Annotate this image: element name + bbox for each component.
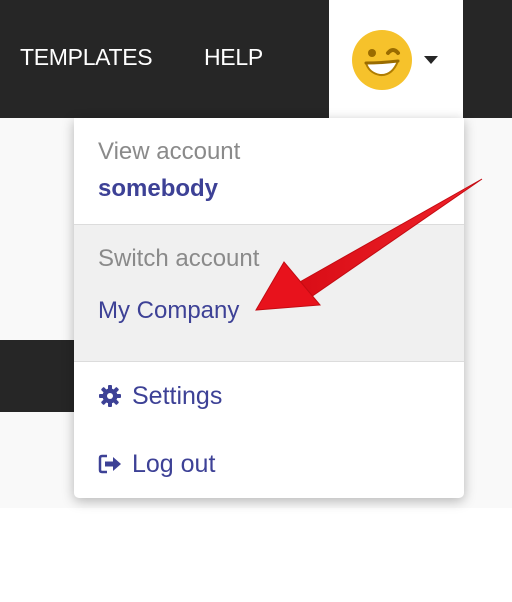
logout-label: Log out <box>132 450 216 478</box>
settings-menu-item[interactable]: Settings <box>98 380 222 412</box>
red-annotation-arrow-icon <box>255 178 483 311</box>
company-account-link[interactable]: My Company <box>98 297 239 325</box>
page-footer-area <box>0 508 512 602</box>
switch-account-label: Switch account <box>98 245 260 272</box>
view-account-label: View account <box>98 138 241 165</box>
nav-help-link[interactable]: HELP <box>204 43 263 71</box>
username-link[interactable]: somebody <box>98 175 218 203</box>
sign-out-icon <box>98 454 121 474</box>
nav-templates-link[interactable]: TEMPLATES <box>20 43 153 71</box>
top-navbar: TEMPLATES HELP <box>0 0 512 118</box>
settings-label: Settings <box>132 382 223 410</box>
user-menu-toggle[interactable] <box>329 0 463 118</box>
winking-face-avatar-icon <box>352 30 412 90</box>
logout-menu-item[interactable]: Log out <box>98 448 215 480</box>
caret-down-icon <box>424 56 438 64</box>
gear-icon <box>99 385 121 407</box>
background-dark-strip <box>0 340 80 412</box>
